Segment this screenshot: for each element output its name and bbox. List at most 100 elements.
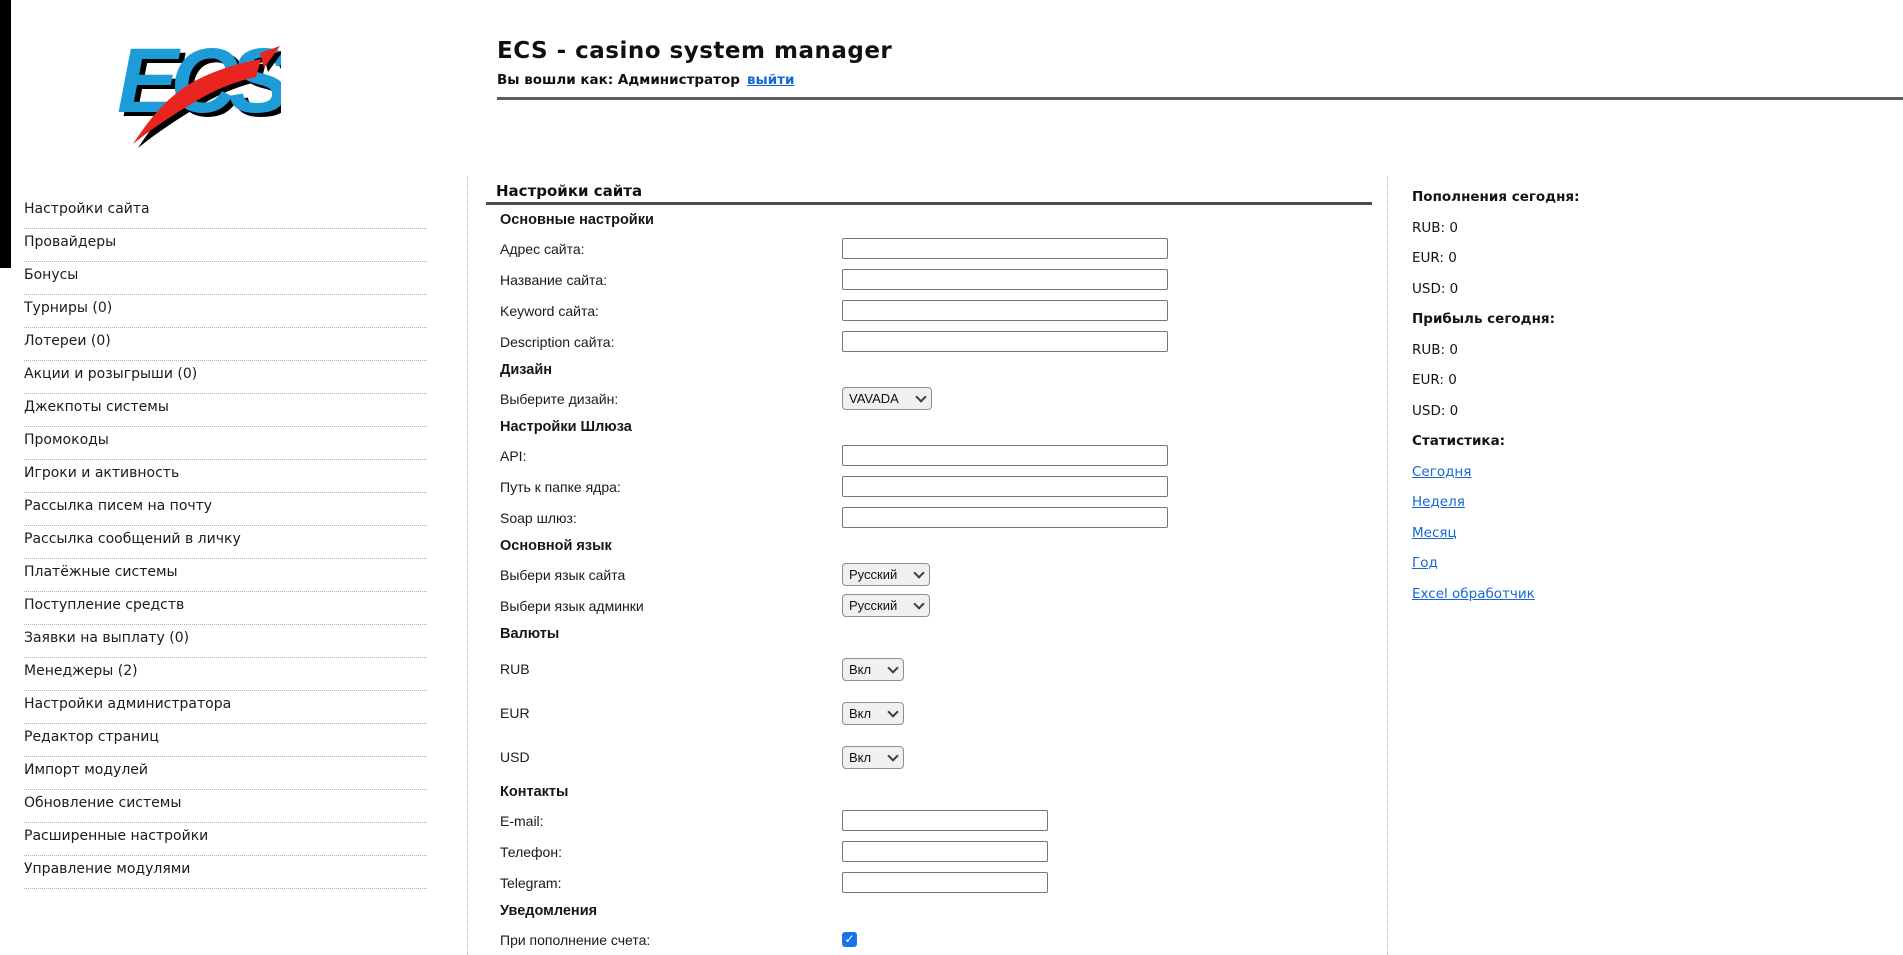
text-input[interactable] bbox=[842, 810, 1048, 831]
stats-link-row: Неделя bbox=[1412, 487, 1742, 518]
form-row: Description сайта: bbox=[486, 326, 1372, 357]
field-label: Выбери язык админки bbox=[500, 597, 644, 614]
sidebar-item[interactable]: Лотереи (0) bbox=[24, 328, 427, 361]
logout-link[interactable]: выйти bbox=[747, 72, 795, 88]
sidebar-item[interactable]: Поступление средств bbox=[24, 592, 427, 625]
text-input[interactable] bbox=[842, 872, 1048, 893]
text-input[interactable] bbox=[842, 476, 1168, 497]
field-label: API: bbox=[500, 447, 527, 464]
notification-checkbox[interactable]: ✓ bbox=[842, 932, 857, 947]
form-row: Телефон: bbox=[486, 836, 1372, 867]
content-heading: Настройки сайта bbox=[496, 182, 643, 200]
sidebar-item[interactable]: Провайдеры bbox=[24, 229, 427, 262]
header-divider bbox=[497, 97, 1903, 100]
form-section-header: Основные настройки bbox=[486, 207, 1372, 233]
sidebar-item[interactable]: Менеджеры (2) bbox=[24, 658, 427, 691]
text-input[interactable] bbox=[842, 331, 1168, 352]
section-title: Основной язык bbox=[500, 538, 612, 554]
field-label: Description сайта: bbox=[500, 333, 615, 350]
stats-link-row: Год bbox=[1412, 548, 1742, 579]
form-row: Выбери язык админки Русский bbox=[486, 590, 1372, 621]
form-row: Путь к папке ядра: bbox=[486, 471, 1372, 502]
chevron-down-icon bbox=[887, 661, 899, 674]
select-dropdown[interactable]: Русский bbox=[842, 563, 930, 586]
text-input[interactable] bbox=[842, 507, 1168, 528]
sidebar-item[interactable]: Настройки администратора bbox=[24, 691, 427, 724]
sidebar-item[interactable]: Турниры (0) bbox=[24, 295, 427, 328]
ecs-logo: ECS ECS bbox=[103, 16, 303, 150]
form-section-header: Уведомления bbox=[486, 898, 1372, 924]
stats-link[interactable]: Excel обработчик bbox=[1412, 586, 1535, 602]
stats-link[interactable]: Неделя bbox=[1412, 494, 1465, 510]
select-dropdown[interactable]: Русский bbox=[842, 594, 930, 617]
stats-link-row: Сегодня bbox=[1412, 457, 1742, 488]
form-section-header: Настройки Шлюза bbox=[486, 414, 1372, 440]
sidebar-item[interactable]: Акции и розыгрыши (0) bbox=[24, 361, 427, 394]
stats-link-row: Excel обработчик bbox=[1412, 579, 1742, 610]
selected-value: Вкл bbox=[849, 661, 872, 677]
stats-value: USD: 0 bbox=[1412, 402, 1459, 419]
sidebar-item[interactable]: Импорт модулей bbox=[24, 757, 427, 790]
field-label: Путь к папке ядра: bbox=[500, 478, 621, 495]
left-edge-bar bbox=[0, 0, 11, 268]
select-dropdown[interactable]: Вкл bbox=[842, 745, 904, 769]
sidebar-item[interactable]: Игроки и активность bbox=[24, 460, 427, 493]
sidebar-item[interactable]: Рассылка писем на почту bbox=[24, 493, 427, 526]
page-title: ECS - casino system manager bbox=[497, 38, 893, 64]
field-label: Адрес сайта: bbox=[500, 240, 585, 257]
sidebar-item[interactable]: Редактор страниц bbox=[24, 724, 427, 757]
stats-panel: Пополнения сегодня: RUB: 0 EUR: 0 USD: 0 При… bbox=[1412, 182, 1742, 609]
field-label: Keyword сайта: bbox=[500, 302, 599, 319]
chevron-down-icon bbox=[915, 391, 927, 403]
text-input[interactable] bbox=[842, 841, 1048, 862]
right-content-divider bbox=[1387, 176, 1388, 955]
field-label: При пополнение счета: bbox=[500, 931, 651, 948]
chevron-down-icon bbox=[913, 598, 925, 610]
stats-value: EUR: 0 bbox=[1412, 250, 1457, 267]
form-row: Выбери язык сайта Русский bbox=[486, 559, 1372, 590]
sidebar-item[interactable]: Бонусы bbox=[24, 262, 427, 295]
text-input[interactable] bbox=[842, 238, 1168, 259]
field-label: Выбери язык сайта bbox=[500, 566, 626, 583]
sidebar-item[interactable]: Рассылка сообщений в личку bbox=[24, 526, 427, 559]
chevron-down-icon bbox=[887, 705, 899, 718]
ecs-logo-image: ECS ECS bbox=[117, 30, 303, 148]
form-row: Название сайта: bbox=[486, 264, 1372, 295]
stats-block-title: Пополнения сегодня: bbox=[1412, 189, 1580, 206]
text-input[interactable] bbox=[842, 269, 1168, 290]
text-input[interactable] bbox=[842, 300, 1168, 321]
stats-link-row: Месяц bbox=[1412, 518, 1742, 549]
sidebar-item[interactable]: Управление модулями bbox=[24, 856, 427, 889]
left-content-divider bbox=[467, 176, 468, 955]
stats-block-title: Статистика: bbox=[1412, 433, 1506, 450]
stats-value: RUB: 0 bbox=[1412, 219, 1458, 236]
sidebar-item[interactable]: Заявки на выплату (0) bbox=[24, 625, 427, 658]
sidebar-item[interactable]: Настройки сайта bbox=[24, 196, 427, 229]
field-label: EUR bbox=[500, 705, 530, 721]
sidebar-item[interactable]: Обновление системы bbox=[24, 790, 427, 823]
select-dropdown[interactable]: Вкл bbox=[842, 657, 904, 681]
select-dropdown[interactable]: VAVADA bbox=[842, 387, 932, 410]
form-row: Soap шлюз: bbox=[486, 502, 1372, 533]
sidebar-item[interactable]: Промокоды bbox=[24, 427, 427, 460]
section-title: Валюты bbox=[500, 626, 560, 642]
section-title: Дизайн bbox=[500, 362, 552, 378]
form-row: API: bbox=[486, 440, 1372, 471]
section-title: Уведомления bbox=[500, 903, 598, 919]
stats-link[interactable]: Год bbox=[1412, 555, 1438, 571]
login-status: Вы вошли как: Администратор выйти bbox=[497, 72, 794, 88]
sidebar-item[interactable]: Платёжные системы bbox=[24, 559, 427, 592]
chevron-down-icon bbox=[913, 567, 925, 579]
stats-link[interactable]: Сегодня bbox=[1412, 464, 1471, 480]
selected-value: VAVADA bbox=[849, 391, 899, 406]
sidebar-item[interactable]: Расширенные настройки bbox=[24, 823, 427, 856]
form-row: RUB Вкл bbox=[486, 647, 1372, 691]
select-dropdown[interactable]: Вкл bbox=[842, 701, 904, 725]
stats-link[interactable]: Месяц bbox=[1412, 525, 1457, 541]
field-label: E-mail: bbox=[500, 812, 544, 829]
field-label: USD bbox=[500, 749, 530, 765]
text-input[interactable] bbox=[842, 445, 1168, 466]
selected-value: Русский bbox=[849, 567, 898, 582]
field-label: Выберите дизайн: bbox=[500, 390, 619, 407]
sidebar-item[interactable]: Джекпоты системы bbox=[24, 394, 427, 427]
